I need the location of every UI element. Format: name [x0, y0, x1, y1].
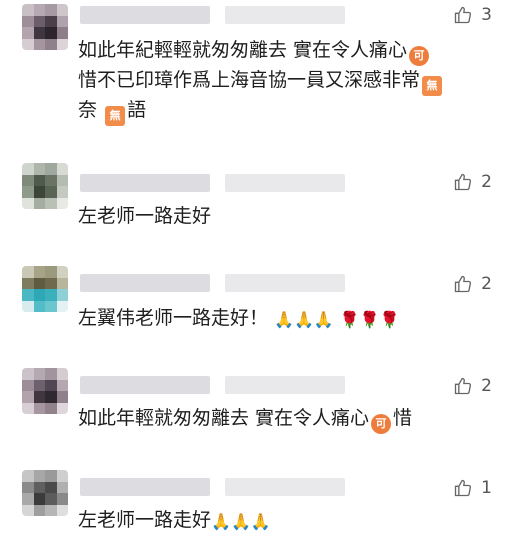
thumbs-up-icon	[455, 479, 472, 497]
comment-text: 左老师一路走好🙏🙏🙏	[78, 506, 488, 536]
like-count: 3	[481, 5, 492, 25]
avatar[interactable]	[22, 163, 68, 209]
comment-item: 1 左老师一路走好🙏🙏🙏	[0, 466, 506, 540]
thumbs-up-icon	[455, 377, 472, 395]
username-redacted	[80, 274, 210, 292]
comment-text: 左老师一路走好	[78, 205, 212, 227]
praying-hands-icon: 🙏	[313, 310, 334, 329]
meta-redacted	[225, 274, 345, 292]
thumbs-up-icon	[455, 6, 472, 24]
thumbs-up-icon	[455, 173, 472, 191]
comment-item: 2 如此年輕就匆匆離去 實在令人痛心可惜	[0, 364, 506, 444]
meta-redacted	[225, 376, 345, 394]
avatar[interactable]	[22, 266, 68, 312]
comment-item: 2 左老师一路走好	[0, 160, 506, 240]
thumbs-up-icon	[455, 275, 472, 293]
meta-redacted	[225, 478, 345, 496]
emoji-wu-icon: 無	[422, 76, 443, 96]
praying-hands-icon: 🙏	[211, 512, 231, 531]
comment-text: 左翼伟老师一路走好！ 🙏🙏🙏 🌹🌹🌹	[78, 304, 488, 334]
emoji-ke-icon: 可	[409, 46, 430, 66]
rose-icon: 🌹	[379, 310, 400, 329]
like-button[interactable]: 2	[453, 274, 492, 294]
avatar[interactable]	[22, 368, 68, 414]
username-redacted	[80, 376, 210, 394]
like-count: 2	[481, 376, 492, 396]
comment-text: 如此年紀輕輕就匆匆離去 實在令人痛心可 惜不已印璋作爲上海音協一員又深感非常無 …	[78, 36, 488, 126]
like-button[interactable]: 1	[453, 478, 492, 498]
comment-text: 如此年輕就匆匆離去 實在令人痛心可惜	[78, 404, 488, 434]
comment-item: 2 左翼伟老师一路走好！ 🙏🙏🙏 🌹🌹🌹	[0, 262, 506, 342]
praying-hands-icon: 🙏	[250, 512, 271, 531]
like-count: 2	[481, 274, 492, 294]
praying-hands-icon: 🙏	[274, 310, 294, 329]
comment-item: 3 如此年紀輕輕就匆匆離去 實在令人痛心可 惜不已印璋作爲上海音協一員又深感非常…	[0, 0, 506, 140]
emoji-ke-icon: 可	[371, 414, 392, 434]
like-count: 2	[481, 172, 492, 192]
rose-icon: 🌹	[359, 310, 380, 329]
meta-redacted	[225, 6, 345, 24]
emoji-wu-icon: 無	[105, 106, 126, 126]
avatar[interactable]	[22, 4, 68, 50]
rose-icon: 🌹	[339, 310, 360, 329]
like-button[interactable]: 3	[453, 5, 492, 25]
username-redacted	[80, 478, 210, 496]
avatar[interactable]	[22, 470, 68, 516]
praying-hands-icon: 🙏	[230, 512, 251, 531]
like-count: 1	[481, 478, 492, 498]
username-redacted	[80, 6, 210, 24]
meta-redacted	[225, 174, 345, 192]
praying-hands-icon: 🙏	[293, 310, 314, 329]
username-redacted	[80, 174, 210, 192]
like-button[interactable]: 2	[453, 172, 492, 192]
like-button[interactable]: 2	[453, 376, 492, 396]
